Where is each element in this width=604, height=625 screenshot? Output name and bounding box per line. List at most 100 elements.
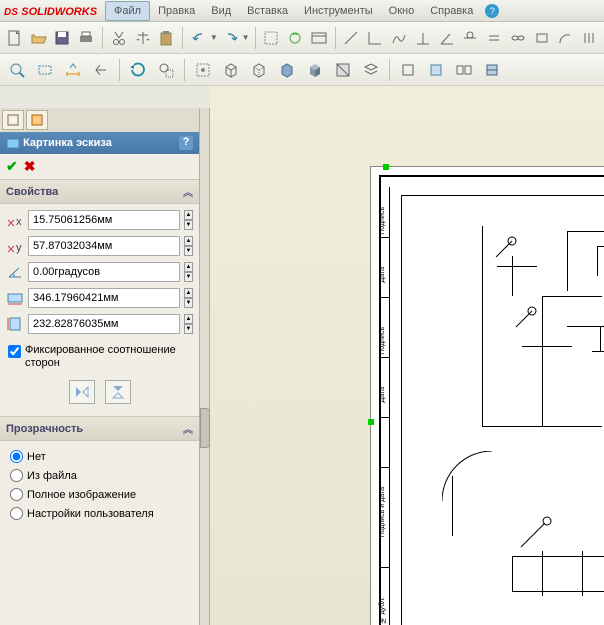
menu-window[interactable]: Окно bbox=[381, 2, 423, 20]
iso-view-icon[interactable] bbox=[302, 57, 328, 83]
collapse-icon[interactable]: ︽ bbox=[183, 184, 193, 199]
perpendicular-icon[interactable] bbox=[412, 25, 434, 51]
spin-up[interactable]: ▲ bbox=[184, 236, 193, 246]
tangent-icon[interactable] bbox=[459, 25, 481, 51]
help-icon[interactable]: ? bbox=[485, 4, 499, 18]
confirm-bar: ✔ ✖ bbox=[0, 154, 199, 179]
options-button[interactable] bbox=[308, 25, 330, 51]
angle-icon[interactable] bbox=[436, 25, 458, 51]
splitter-handle[interactable] bbox=[200, 408, 210, 448]
undo-button[interactable] bbox=[188, 25, 210, 51]
balance-icon[interactable] bbox=[132, 25, 154, 51]
wireframe-button[interactable] bbox=[218, 57, 244, 83]
spin-down[interactable]: ▼ bbox=[184, 246, 193, 256]
menu-insert[interactable]: Вставка bbox=[239, 2, 296, 20]
angle-input[interactable] bbox=[28, 262, 180, 282]
zoom-selection-button[interactable] bbox=[153, 57, 179, 83]
menu-bar: DS SOLIDWORKS Файл Правка Вид Вставка Ин… bbox=[0, 0, 604, 22]
drawing-frame: Подпись Дата Подпись Дата Подпись и дата… bbox=[379, 175, 604, 625]
print-button[interactable] bbox=[75, 25, 97, 51]
view-cube-icon[interactable] bbox=[395, 57, 421, 83]
refresh-view-button[interactable] bbox=[125, 57, 151, 83]
line-icon[interactable] bbox=[341, 25, 363, 51]
lock-aspect-checkbox[interactable] bbox=[8, 345, 21, 358]
paste-button[interactable] bbox=[156, 25, 178, 51]
equals-icon[interactable] bbox=[483, 25, 505, 51]
cut-button[interactable] bbox=[108, 25, 130, 51]
menu-view[interactable]: Вид bbox=[203, 2, 239, 20]
save-button[interactable] bbox=[52, 25, 74, 51]
arc-icon[interactable] bbox=[555, 25, 577, 51]
hidden-lines-button[interactable] bbox=[246, 57, 272, 83]
ok-button[interactable]: ✔ bbox=[6, 158, 18, 175]
corner-icon[interactable] bbox=[364, 25, 386, 51]
flip-horizontal-button[interactable] bbox=[69, 380, 95, 404]
prop-width: ▲▼ bbox=[6, 288, 193, 308]
panel-splitter[interactable] bbox=[200, 108, 210, 625]
drawing-canvas[interactable]: Подпись Дата Подпись Дата Подпись и дата… bbox=[210, 86, 604, 625]
height-icon bbox=[6, 315, 24, 333]
select-button[interactable] bbox=[260, 25, 282, 51]
parallel-icon[interactable] bbox=[578, 25, 600, 51]
zoom-area-button[interactable] bbox=[32, 57, 58, 83]
cancel-button[interactable]: ✖ bbox=[24, 158, 36, 175]
collapse-icon[interactable]: ︽ bbox=[183, 421, 193, 436]
rect-icon[interactable] bbox=[531, 25, 553, 51]
height-input[interactable] bbox=[28, 314, 180, 334]
dimension-icon[interactable] bbox=[60, 57, 86, 83]
transp-full-radio[interactable] bbox=[10, 488, 23, 501]
flip-vertical-button[interactable] bbox=[105, 380, 131, 404]
open-button[interactable] bbox=[28, 25, 50, 51]
transp-none-label: Нет bbox=[27, 451, 46, 463]
menu-file[interactable]: Файл bbox=[105, 1, 150, 21]
sketch-handle[interactable] bbox=[383, 164, 389, 170]
prop-origin-x: x ▲▼ bbox=[6, 210, 193, 230]
spline-icon[interactable] bbox=[388, 25, 410, 51]
transp-none-radio[interactable] bbox=[10, 450, 23, 463]
zoom-fit-button[interactable] bbox=[4, 57, 30, 83]
view-orient-icon[interactable] bbox=[423, 57, 449, 83]
spin-up[interactable]: ▲ bbox=[184, 210, 193, 220]
new-button[interactable] bbox=[4, 25, 26, 51]
view-shaded-edges-icon[interactable] bbox=[479, 57, 505, 83]
view-normal-icon[interactable] bbox=[451, 57, 477, 83]
spin-up[interactable]: ▲ bbox=[184, 262, 193, 272]
menu-tools[interactable]: Инструменты bbox=[296, 2, 381, 20]
menu-help[interactable]: Справка bbox=[422, 2, 481, 20]
shaded-button[interactable] bbox=[274, 57, 300, 83]
panel-help-icon[interactable]: ? bbox=[179, 136, 193, 150]
panel-tab-property[interactable] bbox=[26, 110, 48, 130]
spin-down[interactable]: ▼ bbox=[184, 220, 193, 230]
spin-up[interactable]: ▲ bbox=[184, 288, 193, 298]
lock-aspect-label: Фиксированное соотношение сторон bbox=[25, 344, 191, 370]
section-transparency-header[interactable]: Прозрачность ︽ bbox=[0, 416, 199, 441]
svg-text:y: y bbox=[16, 242, 22, 254]
spin-up[interactable]: ▲ bbox=[184, 314, 193, 324]
transp-file-label: Из файла bbox=[27, 470, 77, 482]
transp-user-label: Настройки пользователя bbox=[27, 508, 154, 520]
sketch-handle[interactable] bbox=[368, 419, 374, 425]
previous-view-button[interactable] bbox=[88, 57, 114, 83]
section-properties-header[interactable]: Свойства ︽ bbox=[0, 179, 199, 204]
spin-down[interactable]: ▼ bbox=[184, 272, 193, 282]
svg-text:x: x bbox=[16, 216, 22, 228]
transp-file-radio[interactable] bbox=[10, 469, 23, 482]
spin-down[interactable]: ▼ bbox=[184, 324, 193, 334]
origin-x-input[interactable] bbox=[28, 210, 180, 230]
panel-tab-feature[interactable] bbox=[2, 110, 24, 130]
prop-height: ▲▼ bbox=[6, 314, 193, 334]
origin-y-input[interactable] bbox=[28, 236, 180, 256]
redo-button[interactable] bbox=[220, 25, 242, 51]
transp-full-label: Полное изображение bbox=[27, 489, 136, 501]
chain-icon[interactable] bbox=[507, 25, 529, 51]
layers-icon[interactable] bbox=[358, 57, 384, 83]
transp-user-radio[interactable] bbox=[10, 507, 23, 520]
rebuild-button[interactable] bbox=[284, 25, 306, 51]
width-icon bbox=[6, 289, 24, 307]
menu-edit[interactable]: Правка bbox=[150, 2, 203, 20]
box-select-icon[interactable] bbox=[190, 57, 216, 83]
width-input[interactable] bbox=[28, 288, 180, 308]
spin-down[interactable]: ▼ bbox=[184, 298, 193, 308]
section-view-icon[interactable] bbox=[330, 57, 356, 83]
prop-origin-y: y ▲▼ bbox=[6, 236, 193, 256]
